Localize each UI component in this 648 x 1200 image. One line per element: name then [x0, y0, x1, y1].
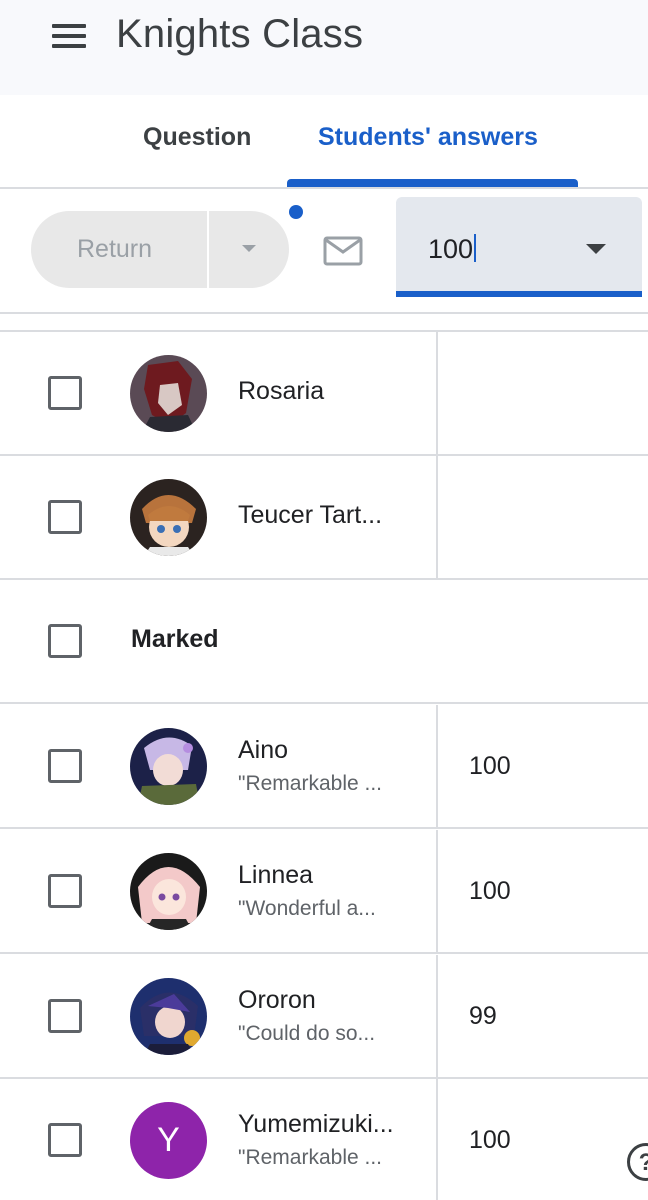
student-checkbox[interactable]: [48, 376, 82, 410]
dropdown-arrow-icon[interactable]: [586, 244, 606, 254]
grade-dropdown[interactable]: 100: [396, 197, 642, 297]
student-row[interactable]: Ororon "Could do so... 99: [0, 955, 648, 1079]
notification-dot: [289, 205, 303, 219]
tab-students-answers[interactable]: Students' answers: [318, 123, 538, 152]
avatar: [130, 728, 207, 805]
marked-section-header: Marked: [0, 580, 648, 704]
private-comment: "Remarkable ...: [238, 1146, 383, 1169]
student-name: Teucer Tart...: [238, 501, 383, 529]
column-divider: [436, 955, 438, 1079]
return-split-button[interactable]: Return: [31, 211, 289, 288]
student-row[interactable]: Teucer Tart...: [0, 456, 648, 580]
student-row[interactable]: Aino "Remarkable ... 100: [0, 705, 648, 829]
select-all-marked-checkbox[interactable]: [48, 624, 82, 658]
student-checkbox[interactable]: [48, 999, 82, 1033]
row-divider: [0, 827, 648, 829]
row-divider: [0, 702, 648, 704]
student-checkbox[interactable]: [48, 500, 82, 534]
student-grade[interactable]: 100: [469, 1126, 511, 1155]
avatar: [130, 479, 207, 556]
student-row[interactable]: Rosaria: [0, 332, 648, 456]
grading-toolbar: Return 100: [0, 189, 648, 313]
class-title: Knights Class: [116, 12, 364, 56]
student-grade[interactable]: 100: [469, 752, 511, 781]
student-checkbox[interactable]: [48, 749, 82, 783]
avatar: [130, 355, 207, 432]
column-divider: [436, 830, 438, 954]
column-divider: [436, 1079, 438, 1200]
tab-bar: Question Students' answers: [0, 95, 648, 188]
hamburger-menu-icon[interactable]: [52, 24, 86, 48]
column-divider: [436, 456, 438, 580]
section-label: Marked: [131, 625, 219, 653]
student-name: Ororon: [238, 986, 316, 1014]
private-comment: "Could do so...: [238, 1022, 376, 1045]
student-checkbox[interactable]: [48, 874, 82, 908]
return-button[interactable]: Return: [77, 235, 152, 264]
avatar: Y: [130, 1102, 207, 1179]
private-comment: "Wonderful a...: [238, 897, 376, 920]
student-name: Linnea: [238, 861, 314, 889]
student-name: Rosaria: [238, 377, 325, 405]
split-divider: [207, 211, 209, 288]
student-row[interactable]: Linnea "Wonderful a... 100: [0, 830, 648, 954]
student-grade[interactable]: 99: [469, 1002, 497, 1031]
app-bar: Knights Class: [0, 0, 648, 95]
row-divider: [0, 952, 648, 954]
student-name: Aino: [238, 736, 289, 764]
student-name: Yumemizuki...: [238, 1110, 394, 1138]
column-divider: [436, 332, 438, 456]
private-comment: "Remarkable ...: [238, 772, 383, 795]
student-row[interactable]: Y Yumemizuki... "Remarkable ... 100: [0, 1079, 648, 1200]
student-checkbox[interactable]: [48, 1123, 82, 1157]
column-divider: [436, 705, 438, 829]
tab-question[interactable]: Question: [143, 123, 251, 152]
student-grade[interactable]: 100: [469, 877, 511, 906]
divider: [0, 312, 648, 314]
grade-input[interactable]: 100: [428, 234, 477, 265]
email-icon[interactable]: [323, 236, 363, 266]
avatar: [130, 853, 207, 930]
chevron-down-icon[interactable]: [242, 245, 256, 252]
avatar: [130, 978, 207, 1055]
active-tab-indicator: [287, 179, 578, 187]
